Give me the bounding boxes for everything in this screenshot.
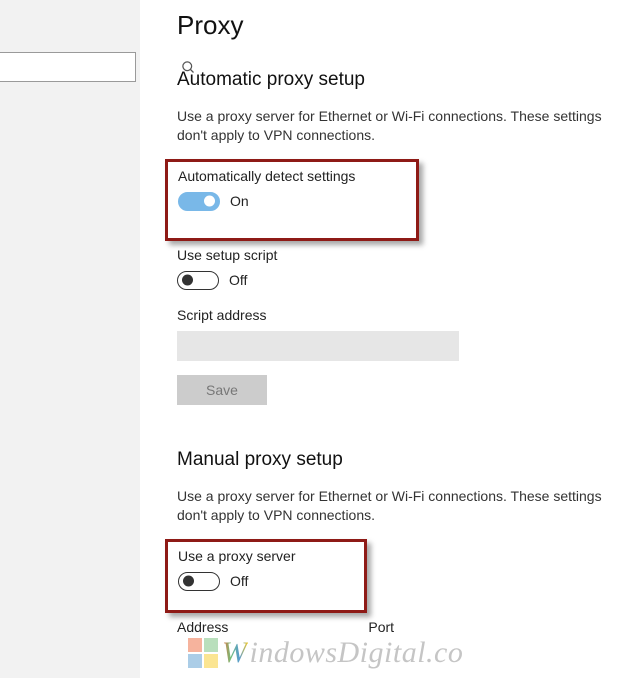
proxy-settings-page: Proxy Automatic proxy setup Use a proxy … xyxy=(177,0,633,635)
highlight-auto-detect: Automatically detect settings On xyxy=(165,159,419,241)
script-address-label: Script address xyxy=(177,307,633,323)
windows-logo-icon xyxy=(188,638,218,668)
save-button[interactable]: Save xyxy=(177,375,267,405)
port-label: Port xyxy=(368,619,394,635)
auto-detect-state: On xyxy=(230,193,249,209)
watermark-text: indowsDigital.co xyxy=(250,636,464,670)
use-proxy-state: Off xyxy=(230,573,248,589)
manual-desc: Use a proxy server for Ethernet or Wi-Fi… xyxy=(177,487,633,525)
use-proxy-label: Use a proxy server xyxy=(178,548,354,564)
auto-detect-toggle[interactable]: On xyxy=(178,192,249,211)
page-title: Proxy xyxy=(177,10,633,41)
setup-script-toggle[interactable]: Off xyxy=(177,271,247,290)
address-label: Address xyxy=(177,619,228,635)
search-box[interactable] xyxy=(0,52,136,82)
auto-desc: Use a proxy server for Ethernet or Wi-Fi… xyxy=(177,107,633,145)
search-input[interactable] xyxy=(0,60,181,75)
auto-detect-label: Automatically detect settings xyxy=(178,168,406,184)
script-address-input[interactable] xyxy=(177,331,459,361)
watermark-initial: W xyxy=(222,636,248,670)
setup-script-label: Use setup script xyxy=(177,247,633,263)
highlight-use-proxy: Use a proxy server Off xyxy=(165,539,367,613)
setup-script-state: Off xyxy=(229,272,247,288)
watermark: WindowsDigital.co xyxy=(188,636,463,670)
manual-heading: Manual proxy setup xyxy=(177,449,633,471)
use-proxy-toggle[interactable]: Off xyxy=(178,572,248,591)
sidebar xyxy=(0,0,140,678)
auto-heading: Automatic proxy setup xyxy=(177,69,633,91)
